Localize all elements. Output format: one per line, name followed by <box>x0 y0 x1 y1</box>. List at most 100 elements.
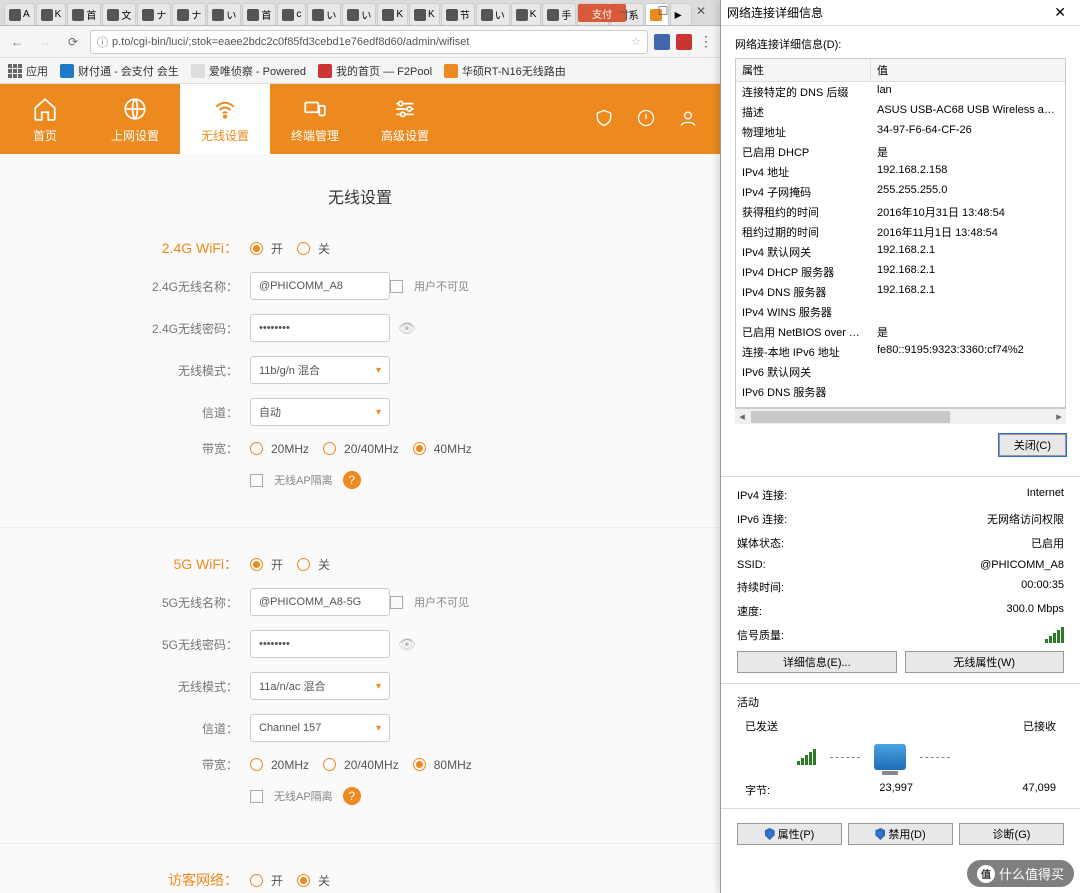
bw-5g-80[interactable]: 80MHz <box>413 758 472 772</box>
bookmark-item[interactable]: 华硕RT-N16无线路由 <box>444 63 566 79</box>
radio-guest-on[interactable]: 开 <box>250 872 283 889</box>
mode-24g-select[interactable]: 11b/g/n 混合▾ <box>250 356 390 384</box>
power-icon[interactable] <box>636 108 656 131</box>
table-row[interactable]: 连接-本地 IPv6 地址fe80::9195:9323:3360:cf74%2 <box>736 342 1065 362</box>
bw-5g-2040[interactable]: 20/40MHz <box>323 758 399 772</box>
radio-24g-off[interactable]: 关 <box>297 240 330 257</box>
table-header: 属性 值 <box>736 59 1065 82</box>
browser-tab[interactable]: い <box>476 3 510 25</box>
table-row[interactable]: 物理地址34-97-F6-64-CF-26 <box>736 122 1065 142</box>
browser-tab[interactable]: 节 <box>441 3 475 25</box>
table-row[interactable]: IPv6 DNS 服务器 <box>736 382 1065 402</box>
horizontal-scrollbar[interactable]: ◂▸ <box>735 408 1066 424</box>
minimize-icon[interactable]: — <box>610 4 640 18</box>
browser-tab[interactable]: い <box>307 3 341 25</box>
radio-24g-on[interactable]: 开 <box>250 240 283 257</box>
bw-5g-20[interactable]: 20MHz <box>250 758 309 772</box>
nav-terminal[interactable]: 终端管理 <box>270 84 360 154</box>
diagnose-button[interactable]: 诊断(G) <box>959 823 1064 845</box>
connection-status: IPv4 连接:Internet IPv6 连接:无网络访问权限 媒体状态:已启… <box>721 476 1080 683</box>
bookmark-item[interactable]: 爱唯侦察 - Powered <box>191 63 306 79</box>
bookmark-star-icon[interactable]: ☆ <box>631 35 641 48</box>
close-button[interactable]: 关闭(C) <box>999 434 1066 456</box>
ap-isolation-5g[interactable] <box>250 790 263 803</box>
wireless-properties-button[interactable]: 无线属性(W) <box>905 651 1065 673</box>
table-row[interactable]: 租约过期的时间2016年11月1日 13:48:54 <box>736 222 1065 242</box>
properties-button[interactable]: 属性(P) <box>737 823 842 845</box>
table-row[interactable]: 已启用 NetBIOS over Tc...是 <box>736 322 1065 342</box>
ssid-5g-input[interactable] <box>250 588 390 616</box>
table-row[interactable]: IPv4 WINS 服务器 <box>736 302 1065 322</box>
table-row[interactable]: IPv6 默认网关 <box>736 362 1065 382</box>
ssid-24g-input[interactable] <box>250 272 390 300</box>
browser-tab[interactable]: K <box>409 3 440 25</box>
details-button[interactable]: 详细信息(E)... <box>737 651 897 673</box>
bottom-button-row: 属性(P) 禁用(D) 诊断(G) <box>721 808 1080 859</box>
shield-icon[interactable] <box>594 108 614 131</box>
watermark: 值 什么值得买 <box>967 860 1074 887</box>
bookmark-item[interactable]: 我的首页 — F2Pool <box>318 63 432 79</box>
hide-ssid-5g[interactable] <box>390 596 403 609</box>
info-icon: ⓘ <box>97 34 108 50</box>
eye-icon[interactable]: 👁 <box>398 320 416 337</box>
maximize-icon[interactable]: ☐ <box>648 4 678 18</box>
browser-tab[interactable]: A <box>4 3 35 25</box>
table-row[interactable]: IPv4 DHCP 服务器192.168.2.1 <box>736 262 1065 282</box>
browser-tab[interactable]: 首 <box>242 3 276 25</box>
extension-icon[interactable] <box>676 34 692 50</box>
radio-5g-off[interactable]: 关 <box>297 556 330 573</box>
forward-button[interactable]: → <box>34 31 56 53</box>
bw-24g-2040[interactable]: 20/40MHz <box>323 442 399 456</box>
pass-5g-input[interactable] <box>250 630 390 658</box>
browser-tab[interactable]: い <box>207 3 241 25</box>
browser-tab[interactable]: K <box>377 3 408 25</box>
chrome-menu-icon[interactable]: ⋮ <box>698 34 714 50</box>
table-row[interactable]: 连接特定的 DNS 后缀lan <box>736 82 1065 102</box>
browser-tab[interactable]: 文 <box>102 3 136 25</box>
browser-tab[interactable]: K <box>511 3 542 25</box>
browser-tab[interactable]: 首 <box>67 3 101 25</box>
table-row[interactable]: IPv4 DNS 服务器192.168.2.1 <box>736 282 1065 302</box>
browser-tab[interactable]: い <box>342 3 376 25</box>
browser-tab[interactable]: K <box>36 3 67 25</box>
browser-tab[interactable]: ナ <box>137 3 171 25</box>
bw-24g-40[interactable]: 40MHz <box>413 442 472 456</box>
channel-5g-select[interactable]: Channel 157▾ <box>250 714 390 742</box>
mode-5g-select[interactable]: 11a/n/ac 混合▾ <box>250 672 390 700</box>
bookmark-item[interactable]: 财付通 - 会支付 会生 <box>60 63 179 79</box>
nav-right-icons <box>594 84 720 154</box>
window-controls: — ☐ ✕ <box>610 4 716 18</box>
nav-internet[interactable]: 上网设置 <box>90 84 180 154</box>
browser-tab[interactable]: ナ <box>172 3 206 25</box>
help-icon[interactable]: ? <box>343 471 361 489</box>
address-bar[interactable]: ⓘ p.to/cgi-bin/luci/;stok=eaee2bdc2c0f85… <box>90 30 648 54</box>
nav-home[interactable]: 首页 <box>0 84 90 154</box>
help-icon[interactable]: ? <box>343 787 361 805</box>
pass-24g-input[interactable] <box>250 314 390 342</box>
table-row[interactable]: 获得租约的时间2016年10月31日 13:48:54 <box>736 202 1065 222</box>
browser-tab[interactable]: c <box>277 3 306 25</box>
table-row[interactable]: IPv4 子网掩码255.255.255.0 <box>736 182 1065 202</box>
bw-24g-20[interactable]: 20MHz <box>250 442 309 456</box>
table-row[interactable]: IPv4 地址192.168.2.158 <box>736 162 1065 182</box>
channel-24g-select[interactable]: 自动▾ <box>250 398 390 426</box>
radio-guest-off[interactable]: 关 <box>297 872 330 889</box>
extension-icon[interactable] <box>654 34 670 50</box>
user-icon[interactable] <box>678 108 698 131</box>
table-row[interactable]: 描述ASUS USB-AC68 USB Wireless adapter <box>736 102 1065 122</box>
eye-icon[interactable]: 👁 <box>398 636 416 653</box>
table-row[interactable]: 已启用 DHCP是 <box>736 142 1065 162</box>
hide-ssid-24g[interactable] <box>390 280 403 293</box>
back-button[interactable]: ← <box>6 31 28 53</box>
nav-advanced[interactable]: 高级设置 <box>360 84 450 154</box>
apps-button[interactable]: 应用 <box>8 63 48 79</box>
reload-button[interactable]: ⟳ <box>62 31 84 53</box>
close-icon[interactable]: ✕ <box>1046 4 1074 21</box>
nav-wireless[interactable]: 无线设置 <box>180 84 270 154</box>
close-icon[interactable]: ✕ <box>686 4 716 18</box>
disable-button[interactable]: 禁用(D) <box>848 823 953 845</box>
ap-isolation-24g[interactable] <box>250 474 263 487</box>
browser-tab[interactable]: 手 <box>542 3 576 25</box>
radio-5g-on[interactable]: 开 <box>250 556 283 573</box>
table-row[interactable]: IPv4 默认网关192.168.2.1 <box>736 242 1065 262</box>
